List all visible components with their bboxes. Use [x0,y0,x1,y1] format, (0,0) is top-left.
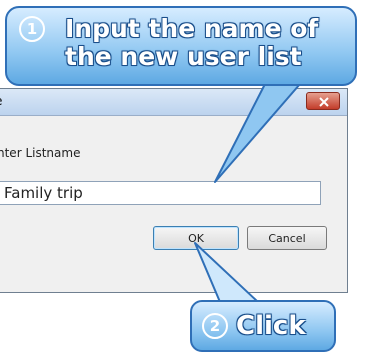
callout1-pointer [214,83,301,183]
callout-step-2: 2 Click [190,300,336,352]
callout1-line1: Input the name of [65,14,319,43]
callout1-line2: the new user list [65,42,302,71]
callout2-text: Click [236,311,306,341]
callout2-pointer [194,242,259,303]
step-number-1: 1 [19,16,45,42]
callout-step-1: 1 Input the name of the new user list [5,6,357,86]
step-number-2: 2 [202,313,228,339]
